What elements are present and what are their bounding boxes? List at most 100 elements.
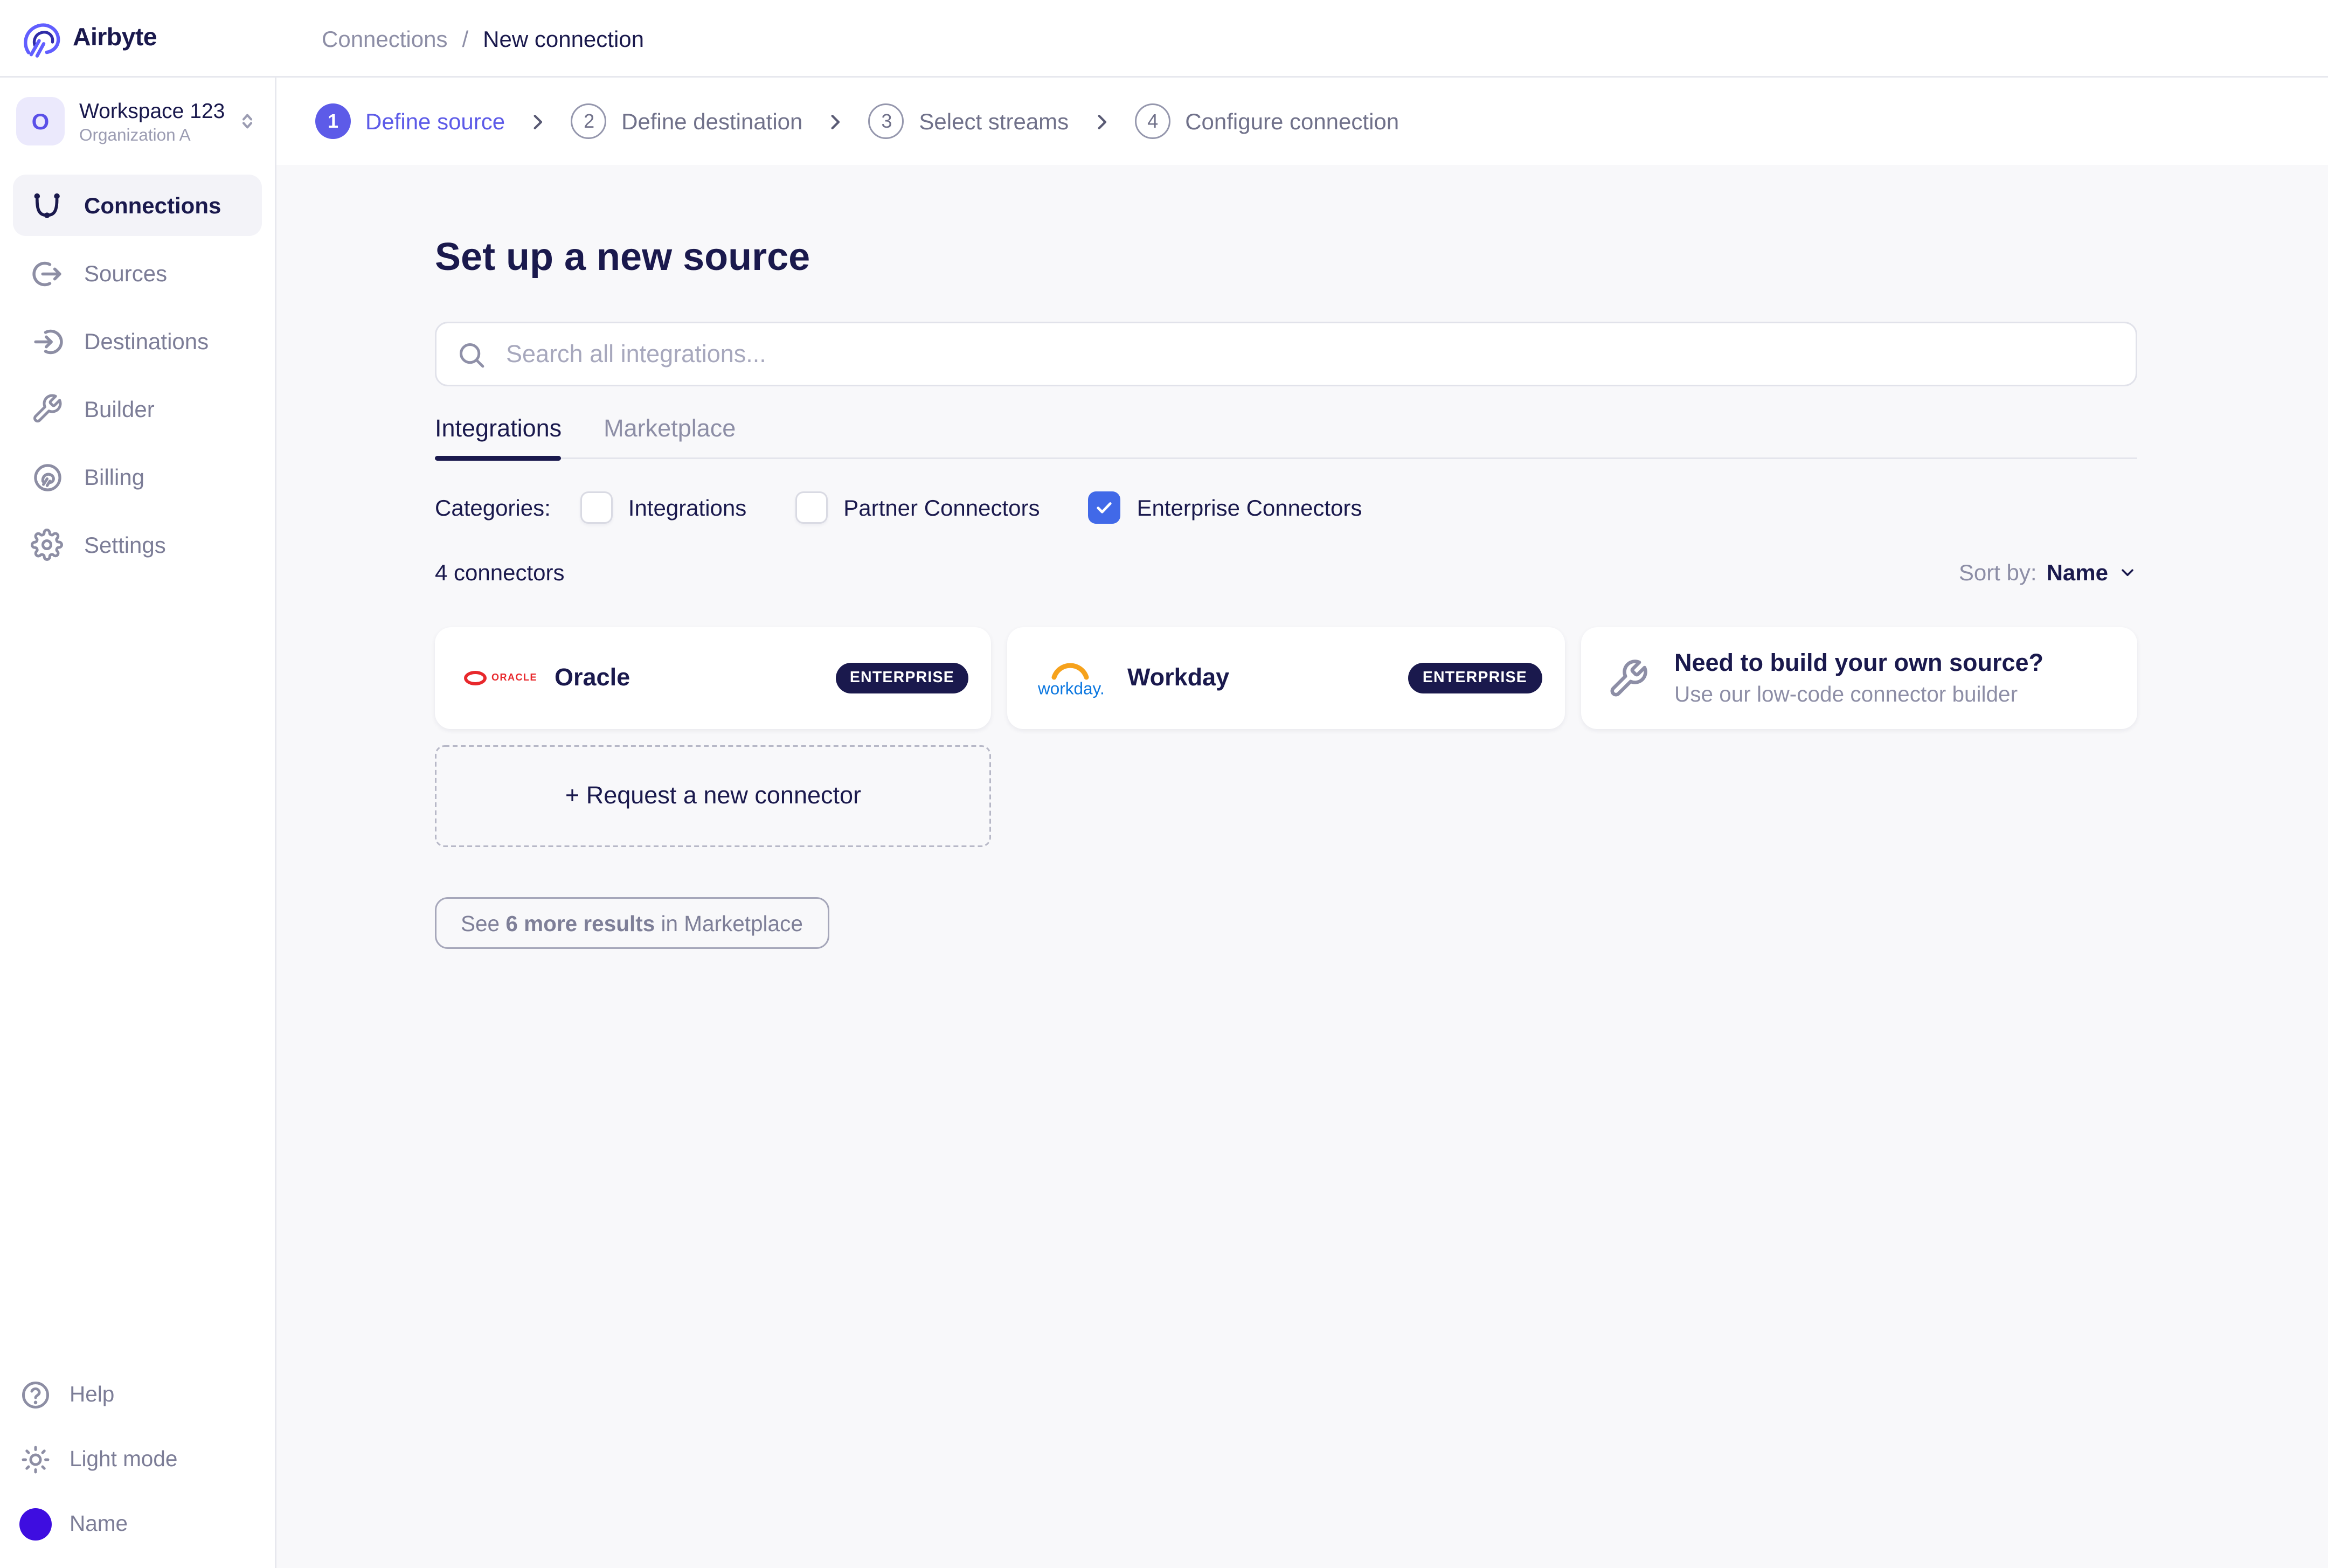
user-menu[interactable]: Name bbox=[13, 1498, 262, 1549]
checkbox-unchecked[interactable] bbox=[579, 491, 612, 524]
search-icon bbox=[456, 339, 487, 370]
page-title: Set up a new source bbox=[435, 236, 810, 280]
theme-toggle[interactable]: Light mode bbox=[13, 1434, 262, 1484]
breadcrumb: Connections / New connection bbox=[322, 25, 644, 51]
sort-control[interactable]: Sort by: Name bbox=[1959, 559, 2137, 585]
sidebar-footer: Help Light mode Name bbox=[13, 1369, 262, 1549]
workspace-meta: Workspace 123 Organization A bbox=[79, 98, 225, 145]
filter-integrations[interactable]: Integrations bbox=[579, 491, 747, 524]
connector-count: 4 connectors bbox=[435, 559, 565, 585]
help-button[interactable]: Help bbox=[13, 1369, 262, 1419]
sidebar-item-label: Sources bbox=[84, 260, 168, 286]
categories-label: Categories: bbox=[435, 495, 551, 521]
see-more-results-button[interactable]: See 6 more results in Marketplace bbox=[435, 897, 829, 949]
oracle-logo: ORACLE bbox=[464, 671, 555, 685]
sidebar-item-sources[interactable]: Sources bbox=[13, 242, 262, 304]
checkbox-checked[interactable] bbox=[1088, 491, 1121, 524]
unfold-more-icon bbox=[236, 110, 259, 133]
tab-integrations[interactable]: Integrations bbox=[435, 415, 563, 461]
sort-value: Name bbox=[2046, 559, 2108, 585]
sidebar-item-label: Builder bbox=[84, 396, 155, 422]
oracle-ring-icon bbox=[464, 671, 487, 685]
sidebar-item-builder[interactable]: Builder bbox=[13, 378, 262, 440]
sidebar-nav: Connections Sources Destinations Builder… bbox=[13, 175, 262, 575]
airbyte-wordmark: Airbyte bbox=[73, 23, 157, 51]
sidebar-item-billing[interactable]: Billing bbox=[13, 446, 262, 508]
tabs: Integrations Marketplace bbox=[435, 415, 2137, 461]
sidebar-item-connections[interactable]: Connections bbox=[13, 175, 262, 236]
connector-card-oracle[interactable]: ORACLE Oracle ENTERPRISE bbox=[435, 627, 992, 729]
see-more-prefix: See bbox=[461, 911, 506, 935]
category-filters: Categories: Integrations Partner Connect… bbox=[435, 491, 2137, 524]
step-select-streams[interactable]: 3 Select streams bbox=[869, 103, 1069, 139]
help-circle-icon bbox=[19, 1378, 52, 1411]
filter-enterprise-connectors[interactable]: Enterprise Connectors bbox=[1088, 491, 1362, 524]
breadcrumb-current: New connection bbox=[483, 25, 645, 51]
filter-label: Enterprise Connectors bbox=[1137, 495, 1362, 521]
billing-icon bbox=[29, 459, 65, 495]
sidebar-item-settings[interactable]: Settings bbox=[13, 514, 262, 575]
sidebar-item-label: Destinations bbox=[84, 328, 209, 354]
theme-label: Light mode bbox=[70, 1447, 178, 1471]
search-input[interactable] bbox=[503, 338, 2116, 370]
sidebar-item-label: Connections bbox=[84, 192, 221, 218]
request-connector-button[interactable]: + Request a new connector bbox=[435, 745, 992, 847]
step-number: 1 bbox=[315, 103, 351, 139]
results-header: 4 connectors Sort by: Name bbox=[435, 559, 2137, 585]
build-card-title: Need to build your own source? bbox=[1674, 650, 2044, 677]
build-your-own-card[interactable]: Need to build your own source? Use our l… bbox=[1580, 627, 2137, 729]
workspace-avatar: O bbox=[16, 97, 65, 145]
search-bar bbox=[435, 322, 2137, 386]
chevron-right-icon bbox=[528, 111, 549, 132]
see-more-count: 6 more results bbox=[505, 911, 655, 935]
workday-logo: workday. bbox=[1037, 656, 1127, 700]
see-more-suffix: in Marketplace bbox=[655, 911, 803, 935]
wrench-icon bbox=[1606, 657, 1648, 699]
workspace-name: Workspace 123 bbox=[79, 98, 225, 122]
top-bar: Airbyte Connections / New connection bbox=[0, 0, 2328, 78]
tab-marketplace[interactable]: Marketplace bbox=[604, 415, 736, 457]
filter-partner-connectors[interactable]: Partner Connectors bbox=[795, 491, 1040, 524]
wrench-icon bbox=[29, 391, 65, 427]
enterprise-badge: ENTERPRISE bbox=[835, 663, 969, 693]
chevron-right-icon bbox=[825, 111, 846, 132]
workspace-org: Organization A bbox=[79, 125, 191, 145]
chevron-right-icon bbox=[1091, 111, 1112, 132]
step-number: 4 bbox=[1135, 103, 1171, 139]
step-label: Configure connection bbox=[1185, 108, 1399, 134]
step-number: 3 bbox=[869, 103, 905, 139]
step-label: Select streams bbox=[919, 108, 1069, 134]
step-configure-connection[interactable]: 4 Configure connection bbox=[1135, 103, 1399, 139]
step-define-destination[interactable]: 2 Define destination bbox=[571, 103, 802, 139]
connector-grid: ORACLE Oracle ENTERPRISE workday. Workda… bbox=[435, 627, 2137, 729]
connector-card-workday[interactable]: workday. Workday ENTERPRISE bbox=[1007, 627, 1564, 729]
gear-icon bbox=[29, 527, 65, 563]
enterprise-badge: ENTERPRISE bbox=[1408, 663, 1542, 693]
airbyte-logo[interactable]: Airbyte bbox=[0, 17, 276, 59]
main-column: 1 Define source 2 Define destination 3 S… bbox=[276, 78, 2328, 1568]
airbyte-octopus-icon bbox=[19, 17, 61, 59]
step-label: Define source bbox=[365, 108, 505, 134]
workspace-selector[interactable]: O Workspace 123 Organization A bbox=[13, 94, 262, 149]
build-card-subtitle: Use our low-code connector builder bbox=[1674, 682, 2018, 706]
sun-icon bbox=[19, 1443, 52, 1475]
sidebar: O Workspace 123 Organization A Connectio… bbox=[0, 78, 276, 1568]
breadcrumb-connections-link[interactable]: Connections bbox=[322, 25, 447, 51]
airbyte-app: Airbyte Connections / New connection O W… bbox=[0, 0, 2328, 1568]
connector-name: Workday bbox=[1127, 664, 1230, 692]
sources-icon bbox=[29, 255, 65, 291]
sidebar-item-destinations[interactable]: Destinations bbox=[13, 310, 262, 372]
user-name-label: Name bbox=[70, 1511, 128, 1536]
user-avatar bbox=[19, 1507, 52, 1540]
chevron-down-icon bbox=[2118, 563, 2137, 582]
step-define-source[interactable]: 1 Define source bbox=[315, 103, 505, 139]
workday-logo-text: workday. bbox=[1038, 679, 1105, 698]
connector-name: Oracle bbox=[555, 664, 630, 692]
checkbox-unchecked[interactable] bbox=[795, 491, 828, 524]
help-label: Help bbox=[70, 1382, 115, 1406]
destinations-icon bbox=[29, 323, 65, 359]
oracle-logo-text: ORACLE bbox=[491, 673, 538, 683]
stepper: 1 Define source 2 Define destination 3 S… bbox=[276, 78, 2328, 165]
step-number: 2 bbox=[571, 103, 607, 139]
filter-label: Integrations bbox=[628, 495, 747, 521]
